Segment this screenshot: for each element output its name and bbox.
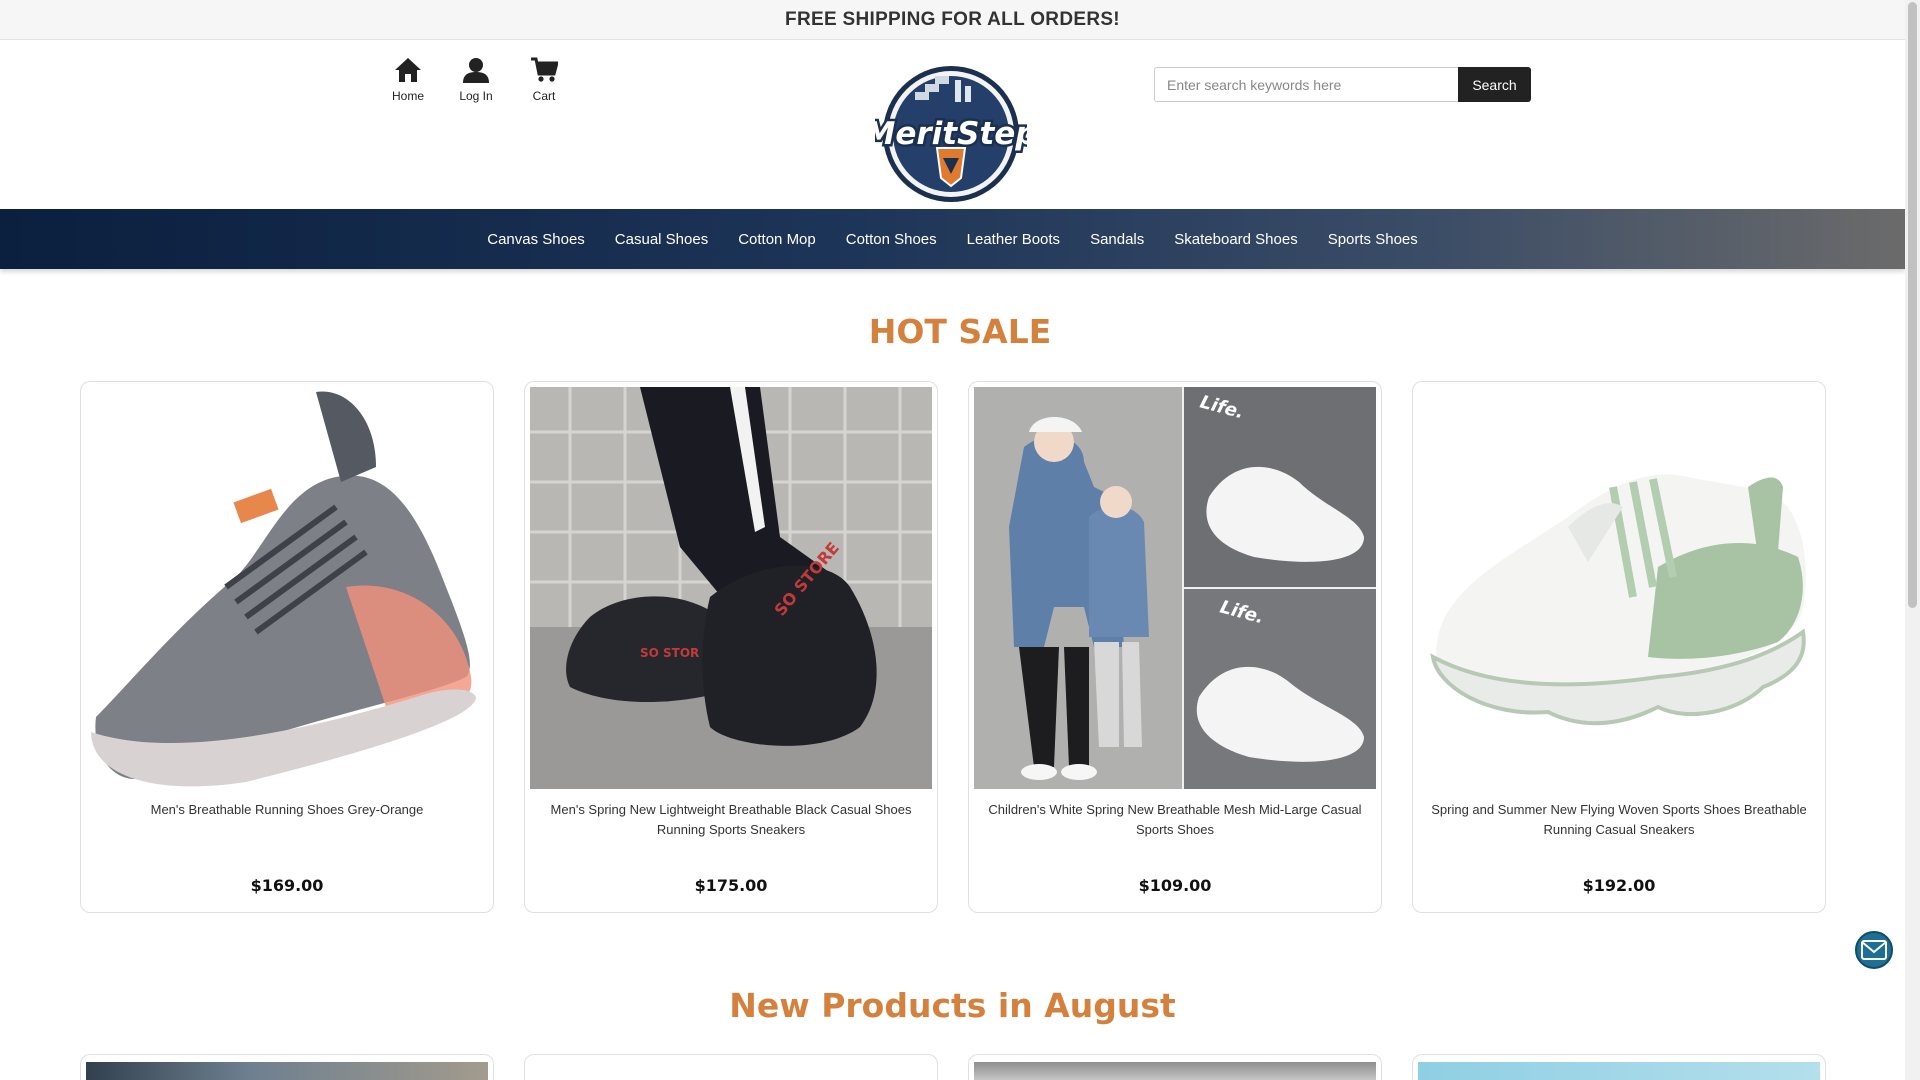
product-price: $175.00: [694, 876, 768, 895]
nav-item-canvas-shoes[interactable]: Canvas Shoes: [472, 231, 600, 248]
search-button[interactable]: Search: [1458, 67, 1531, 102]
product-name[interactable]: Men's Breathable Running Shoes Grey-Oran…: [96, 800, 478, 820]
quick-links: Home Log In Cart: [374, 57, 578, 103]
nav-item-leather-boots[interactable]: Leather Boots: [952, 231, 1075, 248]
product-image-childrens-white-shoe[interactable]: Life. Life.: [974, 387, 1376, 789]
home-icon: [395, 58, 421, 82]
cart-icon: [531, 57, 558, 82]
new-products-grid: [80, 1054, 1826, 1080]
product-card[interactable]: [968, 1054, 1382, 1080]
hot-sale-grid: Men's Breathable Running Shoes Grey-Oran…: [80, 381, 1826, 913]
scrollbar-thumb[interactable]: [1908, 2, 1917, 608]
cart-link[interactable]: Cart: [510, 57, 578, 103]
product-image[interactable]: [974, 1062, 1376, 1080]
product-name[interactable]: Men's Spring New Lightweight Breathable …: [540, 800, 922, 840]
product-image[interactable]: [1418, 1062, 1820, 1080]
nav-item-cotton-shoes[interactable]: Cotton Shoes: [831, 231, 952, 248]
product-price: $192.00: [1582, 876, 1656, 895]
new-products-title: New Products in August: [729, 986, 1176, 1025]
nav-item-sandals[interactable]: Sandals: [1075, 231, 1159, 248]
login-label: Log In: [459, 89, 493, 103]
product-image-green-woven-shoe[interactable]: [1418, 387, 1820, 789]
cart-label: Cart: [532, 89, 556, 103]
product-name[interactable]: Spring and Summer New Flying Woven Sport…: [1428, 800, 1810, 840]
product-card[interactable]: [80, 1054, 494, 1080]
product-card[interactable]: [524, 1054, 938, 1080]
product-image[interactable]: [530, 1062, 932, 1080]
page-scrollbar[interactable]: [1905, 0, 1920, 1080]
meritstep-logo[interactable]: MeritStep: [862, 62, 1040, 207]
product-name[interactable]: Children's White Spring New Breathable M…: [984, 800, 1366, 840]
svg-text:SO STOR: SO STOR: [640, 646, 699, 660]
site-header: Home Log In Cart MeritStep Search: [0, 40, 1905, 209]
home-label: Home: [391, 89, 424, 103]
nav-item-cotton-mop[interactable]: Cotton Mop: [723, 231, 831, 248]
search-bar: Search: [1154, 67, 1531, 102]
product-price: $109.00: [1138, 876, 1212, 895]
home-link[interactable]: Home: [374, 57, 442, 103]
contact-mail-button[interactable]: [1855, 931, 1893, 969]
free-shipping-banner: FREE SHIPPING FOR ALL ORDERS!: [0, 0, 1905, 40]
product-card[interactable]: [1412, 1054, 1826, 1080]
login-link[interactable]: Log In: [442, 57, 510, 103]
category-nav: Canvas Shoes Casual Shoes Cotton Mop Cot…: [0, 209, 1905, 269]
nav-item-casual-shoes[interactable]: Casual Shoes: [600, 231, 723, 248]
nav-item-skateboard-shoes[interactable]: Skateboard Shoes: [1159, 231, 1312, 248]
product-image-black-casual-shoe[interactable]: SO STORE SO STOR: [530, 387, 932, 789]
product-price: $169.00: [250, 876, 324, 895]
product-card[interactable]: Life. Life. Children's White Spring New …: [968, 381, 1382, 913]
product-card[interactable]: Spring and Summer New Flying Woven Sport…: [1412, 381, 1826, 913]
search-input[interactable]: [1154, 67, 1458, 102]
hot-sale-title: HOT SALE: [868, 312, 1052, 351]
product-image[interactable]: [86, 1062, 488, 1080]
nav-item-sports-shoes[interactable]: Sports Shoes: [1313, 231, 1433, 248]
user-icon: [463, 58, 489, 83]
logo-wordmark: MeritStep: [875, 116, 1027, 152]
product-card[interactable]: SO STORE SO STOR Men's Spring New Lightw…: [524, 381, 938, 913]
envelope-icon: [1861, 940, 1887, 960]
product-image-grey-running-shoe[interactable]: [86, 387, 488, 789]
product-card[interactable]: Men's Breathable Running Shoes Grey-Oran…: [80, 381, 494, 913]
